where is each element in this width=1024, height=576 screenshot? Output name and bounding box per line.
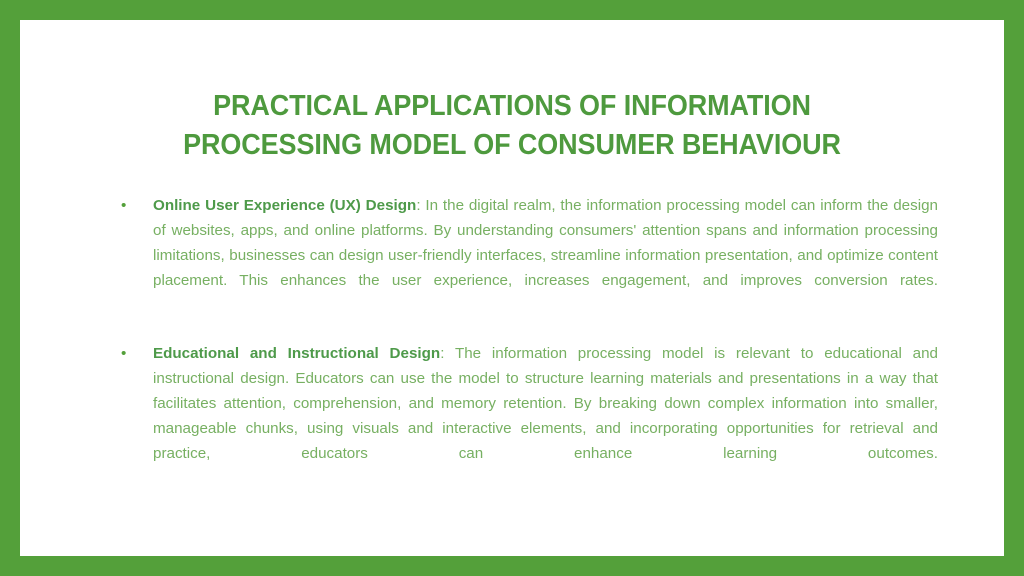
list-item: • Educational and Instructional Design: T… xyxy=(102,341,938,492)
bullet-list: • Online User Experience (UX) Design: In … xyxy=(102,178,938,491)
page-title: PRACTICAL APPLICATIONS OF INFORMATION PR… xyxy=(183,90,841,162)
bullet-point-icon: • xyxy=(121,344,127,362)
bullet-point-icon: • xyxy=(121,197,127,215)
list-item-body: The information processing model is rele… xyxy=(153,344,938,463)
list-item: • Online User Experience (UX) Design: In … xyxy=(102,193,938,318)
slide: PRACTICAL APPLICATIONS OF INFORMATION PR… xyxy=(0,0,1024,576)
list-item-separator: : xyxy=(440,344,455,362)
list-item-lead-in: Educational and Instructional Design xyxy=(153,344,441,362)
list-item-lead-in: Online User Experience (UX) Design xyxy=(153,197,417,215)
slide-content-area: PRACTICAL APPLICATIONS OF INFORMATION PR… xyxy=(20,20,1004,556)
